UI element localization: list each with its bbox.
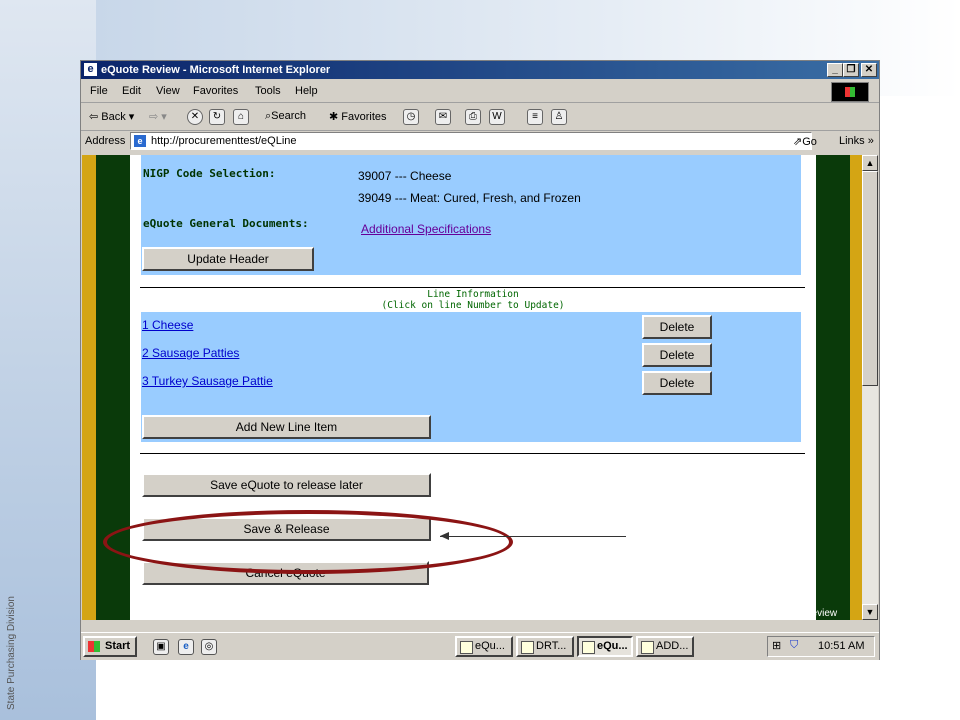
system-tray: ⊞ ⛉ 10:51 AM (767, 636, 875, 657)
add-line-item-button[interactable]: Add New Line Item (142, 415, 431, 439)
minimize-button[interactable]: _ (827, 63, 843, 77)
frame-gold-right (850, 155, 862, 620)
taskbar: Start ▣ e ◎ eQu... DRT... eQu... ADD... … (81, 632, 879, 660)
task-1-label: eQu... (475, 640, 505, 652)
title-bar: e eQuote Review - Microsoft Internet Exp… (81, 61, 879, 79)
home-icon[interactable]: ⌂ (233, 109, 249, 125)
forward-button[interactable]: ⇨ ▾ (149, 110, 167, 123)
line-info-hint: (Click on line Number to Update) (381, 300, 565, 311)
task-button-4[interactable]: ADD... (636, 636, 694, 657)
task-3-label: eQu... (597, 640, 628, 652)
nigp-label: NIGP Code Selection: (143, 167, 276, 180)
task-button-2[interactable]: DRT... (516, 636, 574, 657)
stop-icon[interactable]: ✕ (187, 109, 203, 125)
pointer-arrow-head (440, 532, 449, 540)
start-logo-icon (88, 641, 100, 652)
links-button[interactable]: Links » (839, 135, 874, 147)
back-button[interactable]: ⇦ Back ▾ (89, 110, 134, 123)
address-bar: Address e http://procurementtest/eQLine … (81, 131, 879, 153)
task-2-icon (521, 641, 534, 654)
task-3-icon (582, 641, 595, 654)
network-icon[interactable]: ⊞ (772, 639, 781, 652)
menu-file[interactable]: File (90, 85, 108, 97)
browser-window: e eQuote Review - Microsoft Internet Exp… (80, 60, 880, 660)
menu-tools[interactable]: Tools (255, 85, 281, 97)
menu-help[interactable]: Help (295, 85, 318, 97)
line-item-link-2[interactable]: 2 Sausage Patties (142, 346, 239, 360)
additional-specs-link[interactable]: Additional Specifications (361, 222, 491, 236)
slide-footer-text: State Purchasing Division (6, 596, 17, 710)
go-label: Go (802, 136, 817, 148)
quicklaunch-ie-icon[interactable]: e (178, 639, 194, 655)
messenger-icon[interactable]: ♙ (551, 109, 567, 125)
task-2-label: DRT... (536, 640, 567, 652)
line-info-title: Line Information (427, 289, 519, 300)
clock: 10:51 AM (818, 640, 865, 652)
menu-favorites[interactable]: Favorites (193, 85, 238, 97)
quicklaunch-desktop-icon[interactable]: ▣ (153, 639, 169, 655)
nigp-code-1: 39007 --- Cheese (358, 169, 452, 183)
nigp-code-2: 39049 --- Meat: Cured, Fresh, and Frozen (358, 191, 581, 205)
favorites-label: Favorites (341, 111, 387, 123)
page-icon: e (134, 135, 146, 147)
favorites-icon: ✱ (329, 111, 339, 123)
task-button-1[interactable]: eQu... (455, 636, 513, 657)
antivirus-icon[interactable]: ⛉ (790, 639, 798, 652)
start-button[interactable]: Start (83, 636, 137, 657)
print-icon[interactable]: ⎙ (465, 109, 481, 125)
delete-line-3-button[interactable]: Delete (642, 371, 712, 395)
scroll-thumb[interactable] (862, 171, 878, 386)
line-item-link-3[interactable]: 3 Turkey Sausage Pattie (142, 374, 273, 388)
frame-label: EQ review (791, 608, 838, 619)
windows-logo-icon (831, 82, 869, 102)
address-label: Address (85, 135, 126, 147)
quicklaunch-outlook-icon[interactable]: ◎ (201, 639, 217, 655)
address-url: http://procurementtest/eQLine (151, 135, 297, 147)
task-4-icon (641, 641, 654, 654)
close-button[interactable]: ✕ (861, 63, 877, 77)
restore-button[interactable]: ❐ (843, 63, 859, 77)
favorites-button[interactable]: ✱ Favorites (329, 110, 387, 123)
go-button[interactable]: ⇗Go (793, 135, 817, 148)
save-later-button[interactable]: Save eQuote to release later (142, 473, 431, 497)
history-icon[interactable]: ◷ (403, 109, 419, 125)
docs-label: eQuote General Documents: (143, 217, 309, 230)
discuss-icon[interactable]: ≡ (527, 109, 543, 125)
line-item-link-1[interactable]: 1 Cheese (142, 318, 193, 332)
window-title: eQuote Review - Microsoft Internet Explo… (101, 64, 331, 76)
menu-edit[interactable]: Edit (122, 85, 141, 97)
search-label: Search (271, 110, 307, 122)
back-arrow-icon: ⇦ (89, 111, 99, 123)
task-4-label: ADD... (656, 640, 689, 652)
links-label: Links (839, 135, 865, 147)
delete-line-1-button[interactable]: Delete (642, 315, 712, 339)
divider-top (140, 287, 805, 288)
ie-app-icon: e (84, 63, 97, 76)
scroll-down-icon[interactable]: ▼ (862, 604, 878, 620)
divider-bottom (140, 453, 805, 454)
delete-line-2-button[interactable]: Delete (642, 343, 712, 367)
toolbar: ⇦ Back ▾ ⇨ ▾ ✕ ↻ ⌂ ⌕Search ✱ Favorites ◷… (81, 104, 879, 131)
refresh-icon[interactable]: ↻ (209, 109, 225, 125)
back-label: Back (101, 111, 126, 123)
frame-gold-left (82, 155, 96, 620)
mail-icon[interactable]: ✉ (435, 109, 451, 125)
frame-green-right (816, 155, 850, 620)
update-header-button[interactable]: Update Header (142, 247, 314, 271)
menu-view[interactable]: View (156, 85, 180, 97)
slide-footer: State Purchasing Division (3, 540, 19, 710)
scroll-up-icon[interactable]: ▲ (862, 155, 878, 171)
pointer-arrow (440, 536, 626, 537)
start-label: Start (105, 640, 131, 652)
task-button-3[interactable]: eQu... (577, 636, 633, 657)
task-1-icon (460, 641, 473, 654)
address-input[interactable]: e http://procurementtest/eQLine (130, 132, 812, 150)
highlight-circle (103, 510, 513, 574)
edit-icon[interactable]: W (489, 109, 505, 125)
search-button[interactable]: ⌕Search (265, 110, 306, 123)
menu-bar: File Edit View Favorites Tools Help (81, 80, 879, 103)
vertical-scrollbar[interactable]: ▲ ▼ (862, 155, 878, 620)
